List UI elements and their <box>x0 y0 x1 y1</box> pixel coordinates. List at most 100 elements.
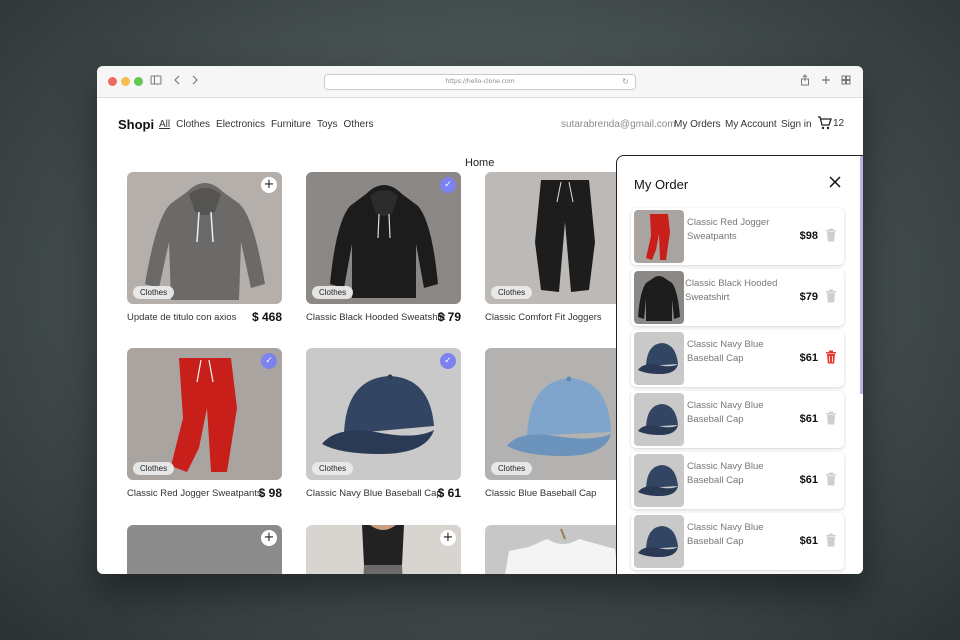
browser-window: https://hello-clone.com ↻ Shopi All Clot… <box>97 66 863 574</box>
trash-icon[interactable] <box>825 472 837 486</box>
cart-count: 12 <box>833 117 845 129</box>
order-item-price: $61 <box>799 352 818 364</box>
product-price: $ 468 <box>251 310 282 324</box>
order-item-title: Classic Black Hooded Sweatshirt <box>685 278 778 303</box>
panel-title: My Order <box>634 177 689 192</box>
nav-category-toys[interactable]: Toys <box>317 119 338 130</box>
order-item-image <box>634 271 684 324</box>
browser-toolbar: https://hello-clone.com ↻ <box>97 66 863 98</box>
product-card[interactable]: Clothes ✓ Classic Black Hooded Sweatshir… <box>306 172 461 324</box>
shopping-cart-icon <box>818 116 832 130</box>
order-item-image <box>634 454 684 507</box>
address-text: https://hello-clone.com <box>445 78 515 85</box>
product-image[interactable]: + <box>306 525 461 574</box>
navy-cap-image <box>306 348 461 480</box>
order-item-price: $79 <box>799 291 818 303</box>
my-order-panel: My Order Classic Red Jogger Sweatpants $… <box>616 155 863 574</box>
product-price: $ 61 <box>437 486 461 500</box>
order-item: Classic Navy Blue Baseball Cap $61 <box>631 452 844 509</box>
product-title: Classic Comfort Fit Joggers <box>485 312 602 323</box>
nav-category-others[interactable]: Others <box>344 119 374 130</box>
black-hoodie-image <box>306 172 461 304</box>
minimize-window-button[interactable] <box>121 77 130 86</box>
order-item-image <box>634 332 684 385</box>
gray-blank-image <box>127 525 282 574</box>
category-badge: Clothes <box>133 286 175 299</box>
order-item-title: Classic Navy Blue Baseball Cap <box>687 339 764 364</box>
product-card[interactable]: + <box>127 525 282 574</box>
nav-category-electronics[interactable]: Electronics <box>216 119 265 130</box>
cart-button[interactable]: 12 <box>817 116 844 130</box>
add-to-cart-button[interactable]: + <box>261 530 277 546</box>
scrollbar[interactable] <box>860 156 863 394</box>
new-tab-icon[interactable] <box>821 74 831 89</box>
order-item-title: Classic Navy Blue Baseball Cap <box>687 522 764 547</box>
trash-icon[interactable] <box>825 411 837 425</box>
red-joggers-image <box>127 348 282 480</box>
brand-logo[interactable]: Shopi <box>118 117 154 132</box>
added-check-icon[interactable]: ✓ <box>261 353 277 369</box>
tab-overview-icon[interactable] <box>841 74 851 89</box>
order-item-title: Classic Navy Blue Baseball Cap <box>687 461 764 486</box>
back-icon[interactable] <box>172 74 182 89</box>
maximize-window-button[interactable] <box>134 77 143 86</box>
order-item: Classic Navy Blue Baseball Cap $61 <box>631 330 844 387</box>
product-title: Classic Black Hooded Sweatshirt <box>306 312 446 323</box>
trash-icon[interactable] <box>825 350 837 364</box>
category-badge: Clothes <box>312 286 354 299</box>
product-image[interactable]: Clothes ✓ <box>127 348 282 480</box>
category-badge: Clothes <box>133 462 175 475</box>
top-navigation: Shopi All Clothes Electronics Furniture … <box>97 98 863 150</box>
order-item-title: Classic Red Jogger Sweatpants <box>687 217 770 242</box>
category-list: All Clothes Electronics Furniture Toys O… <box>159 119 380 130</box>
sidebar-toggle-icon[interactable] <box>150 74 162 89</box>
order-item-price: $61 <box>799 413 818 425</box>
close-window-button[interactable] <box>108 77 117 86</box>
added-check-icon[interactable]: ✓ <box>440 177 456 193</box>
order-item-image <box>634 393 684 446</box>
product-image[interactable]: Clothes ✓ <box>306 172 461 304</box>
order-item-price: $61 <box>799 535 818 547</box>
product-image[interactable]: + <box>127 525 282 574</box>
product-card[interactable]: Clothes ✓ Classic Red Jogger Sweatpants … <box>127 348 282 500</box>
product-price: $ 98 <box>258 486 282 500</box>
order-item-price: $98 <box>799 230 818 242</box>
forward-icon[interactable] <box>190 74 200 89</box>
reload-icon[interactable]: ↻ <box>622 75 629 89</box>
trash-icon[interactable] <box>825 228 837 242</box>
trash-icon[interactable] <box>825 533 837 547</box>
my-account-link[interactable]: My Account <box>725 119 777 130</box>
product-price: $ 79 <box>437 310 461 324</box>
trash-icon[interactable] <box>825 289 837 303</box>
address-bar[interactable]: https://hello-clone.com ↻ <box>324 74 636 90</box>
product-title: Classic Blue Baseball Cap <box>485 488 597 499</box>
order-item: Classic Navy Blue Baseball Cap $61 <box>631 513 844 570</box>
black-top-image <box>306 525 461 574</box>
nav-category-clothes[interactable]: Clothes <box>176 119 210 130</box>
nav-category-furniture[interactable]: Furniture <box>271 119 311 130</box>
order-item: Classic Red Jogger Sweatpants $98 <box>631 208 844 265</box>
product-card[interactable]: Clothes + Update de titulo con axios $ 4… <box>127 172 282 324</box>
order-item-title: Classic Navy Blue Baseball Cap <box>687 400 764 425</box>
order-item: Classic Black Hooded Sweatshirt $79 <box>631 269 844 326</box>
category-badge: Clothes <box>491 462 533 475</box>
product-image[interactable]: Clothes ✓ <box>306 348 461 480</box>
product-title: Classic Red Jogger Sweatpants <box>127 488 262 499</box>
add-to-cart-button[interactable]: + <box>261 177 277 193</box>
product-image[interactable]: Clothes + <box>127 172 282 304</box>
product-card[interactable]: Clothes ✓ Classic Navy Blue Baseball Cap… <box>306 348 461 500</box>
product-title: Classic Navy Blue Baseball Cap <box>306 488 442 499</box>
order-item-image <box>634 210 684 263</box>
order-item-image <box>634 515 684 568</box>
order-item: Classic Navy Blue Baseball Cap $61 <box>631 391 844 448</box>
product-card[interactable]: + <box>306 525 461 574</box>
my-orders-link[interactable]: My Orders <box>674 119 721 130</box>
nav-category-all[interactable]: All <box>159 119 170 130</box>
user-email: sutarabrenda@gmail.com <box>561 119 676 130</box>
add-to-cart-button[interactable]: + <box>440 530 456 546</box>
share-icon[interactable] <box>800 74 810 89</box>
close-icon[interactable] <box>829 176 841 188</box>
sign-in-link[interactable]: Sign in <box>781 119 812 130</box>
gray-hoodie-image <box>127 172 282 304</box>
added-check-icon[interactable]: ✓ <box>440 353 456 369</box>
